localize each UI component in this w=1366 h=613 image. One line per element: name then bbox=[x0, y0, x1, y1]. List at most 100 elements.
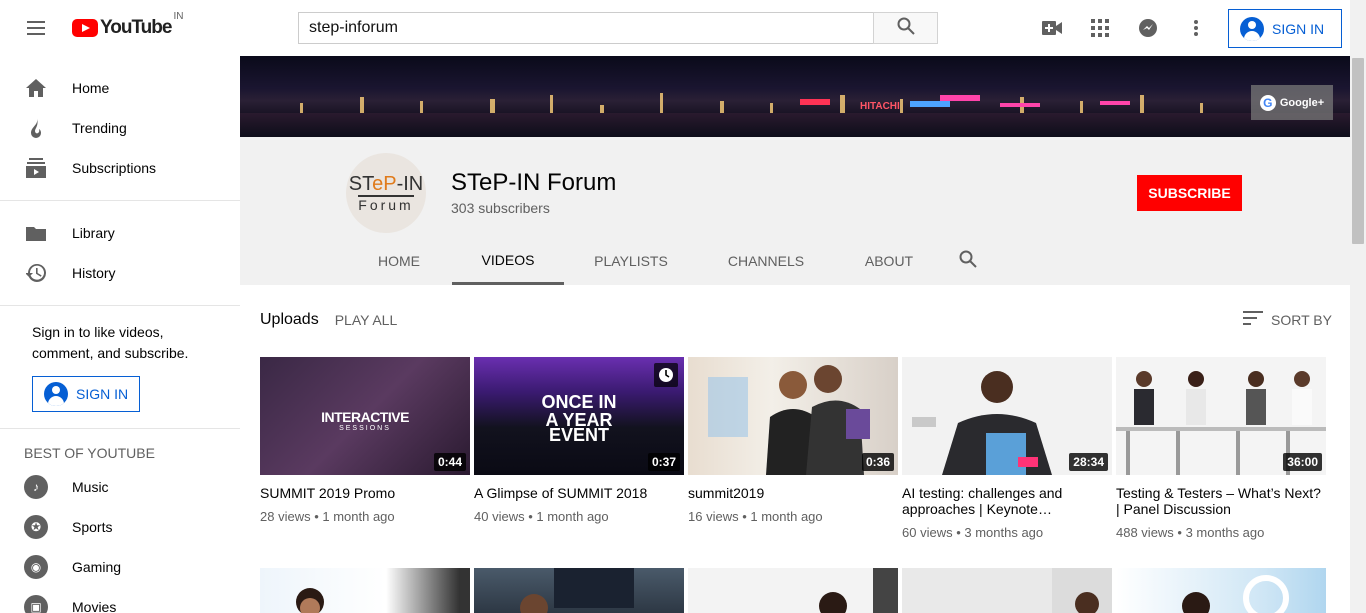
header-signin-button[interactable]: SIGN IN bbox=[1228, 9, 1342, 48]
sports-icon: ✪ bbox=[24, 515, 48, 539]
video-thumbnail[interactable]: 0:36 bbox=[688, 357, 898, 475]
video-meta: 488 views • 3 months ago bbox=[1116, 525, 1265, 540]
sidebar-item-movies[interactable]: ▣ Movies bbox=[0, 587, 240, 613]
video-card[interactable]: 36:00 Testing & Testers – What’s Next? |… bbox=[1116, 357, 1326, 540]
apps-grid-icon[interactable] bbox=[1088, 16, 1112, 40]
sidebar-item-history[interactable]: History bbox=[0, 253, 240, 293]
sidebar-item-label: Library bbox=[72, 225, 115, 241]
create-video-icon[interactable] bbox=[1040, 16, 1064, 40]
sidebar: YouTube IN Home Trending Subscriptions L… bbox=[0, 0, 240, 613]
video-title[interactable]: SUMMIT 2019 Promo bbox=[260, 485, 470, 501]
channel-tabs: HOME VIDEOS PLAYLISTS CHANNELS ABOUT bbox=[346, 237, 992, 285]
channel-avatar[interactable]: STeP-IN Forum bbox=[346, 153, 426, 233]
account-icon bbox=[44, 382, 68, 406]
watch-later-icon[interactable] bbox=[654, 363, 678, 387]
scrollbar-thumb[interactable] bbox=[1352, 58, 1364, 244]
sidebar-item-library[interactable]: Library bbox=[0, 213, 240, 253]
logo-country-code: IN bbox=[173, 11, 184, 22]
video-duration: 0:36 bbox=[861, 453, 894, 471]
search-input[interactable] bbox=[298, 12, 874, 44]
tab-home[interactable]: HOME bbox=[346, 237, 452, 285]
upload-age: 1 month ago bbox=[750, 509, 823, 524]
video-thumbnail[interactable]: ONCE IN A YEAR EVENT 0:37 bbox=[474, 357, 684, 475]
video-grid-row-2 bbox=[260, 568, 1326, 613]
video-duration: 0:37 bbox=[647, 453, 680, 471]
video-title[interactable]: AI testing: challenges and approaches | … bbox=[902, 485, 1112, 517]
account-icon bbox=[1240, 16, 1264, 41]
tab-about[interactable]: ABOUT bbox=[834, 237, 944, 285]
home-icon bbox=[24, 76, 48, 100]
more-options-icon[interactable] bbox=[1184, 16, 1208, 40]
subscriber-count: 303 subscribers bbox=[451, 200, 550, 216]
sidebar-item-gaming[interactable]: ◉ Gaming bbox=[0, 547, 240, 587]
sidebar-signin-button[interactable]: SIGN IN bbox=[32, 376, 141, 412]
upload-age: 1 month ago bbox=[322, 509, 395, 524]
google-plus-label: Google+ bbox=[1279, 96, 1325, 109]
tab-channels[interactable]: CHANNELS bbox=[698, 237, 834, 285]
sidebar-item-music[interactable]: ♪ Music bbox=[0, 467, 240, 507]
menu-icon[interactable] bbox=[24, 16, 48, 40]
signin-label: SIGN IN bbox=[1272, 20, 1325, 37]
channel-banner: HITACHI G Google+ bbox=[240, 56, 1350, 137]
search-icon bbox=[959, 250, 977, 273]
video-card[interactable]: 0:36 summit2019 16 views • 1 month ago bbox=[688, 357, 898, 540]
sidebar-item-label: Home bbox=[72, 80, 110, 96]
sidebar-primary-section: Home Trending Subscriptions bbox=[0, 56, 240, 201]
sidebar-item-subscriptions[interactable]: Subscriptions bbox=[0, 148, 240, 188]
search-button[interactable] bbox=[873, 12, 938, 44]
channel-search-button[interactable] bbox=[944, 237, 992, 285]
sidebar-library-section: Library History bbox=[0, 201, 240, 306]
video-title[interactable]: summit2019 bbox=[688, 485, 898, 501]
tab-playlists[interactable]: PLAYLISTS bbox=[564, 237, 698, 285]
logo-text: YouTube bbox=[100, 17, 172, 38]
view-count: 16 views bbox=[688, 509, 739, 524]
sidebar-item-label: Trending bbox=[72, 120, 127, 136]
subscriptions-icon bbox=[24, 156, 48, 180]
video-meta: 28 views • 1 month ago bbox=[260, 509, 395, 524]
view-count: 28 views bbox=[260, 509, 311, 524]
best-of-youtube-list: ♪ Music ✪ Sports ◉ Gaming ▣ Movies bbox=[0, 467, 240, 613]
sidebar-item-sports[interactable]: ✪ Sports bbox=[0, 507, 240, 547]
view-count: 60 views bbox=[902, 525, 953, 540]
signin-prompt: Sign in to like videos, comment, and sub… bbox=[32, 324, 189, 361]
subscribe-button[interactable]: SUBSCRIBE bbox=[1137, 175, 1242, 211]
sidebar-item-home[interactable]: Home bbox=[0, 68, 240, 108]
video-thumbnail[interactable] bbox=[902, 568, 1112, 613]
channel-header: STeP-IN Forum STeP-IN Forum 303 subscrib… bbox=[240, 137, 1350, 285]
sort-by-label: SORT BY bbox=[1271, 311, 1332, 328]
messages-icon[interactable] bbox=[1136, 16, 1160, 40]
upload-age: 3 months ago bbox=[964, 525, 1044, 540]
video-card[interactable]: 28:34 AI testing: challenges and approac… bbox=[902, 357, 1112, 540]
youtube-logo[interactable]: YouTube IN bbox=[72, 11, 183, 39]
video-thumbnail[interactable]: INTERACTIVE SESSIONS 0:44 bbox=[260, 357, 470, 475]
video-thumbnail[interactable] bbox=[688, 568, 898, 613]
video-thumbnail[interactable]: 28:34 bbox=[902, 357, 1112, 475]
search-icon bbox=[897, 17, 915, 40]
tab-videos[interactable]: VIDEOS bbox=[452, 237, 564, 285]
video-card[interactable]: INTERACTIVE SESSIONS 0:44 SUMMIT 2019 Pr… bbox=[260, 357, 470, 540]
video-title[interactable]: Testing & Testers – What’s Next? | Panel… bbox=[1116, 485, 1326, 517]
youtube-play-icon bbox=[72, 19, 98, 37]
thumbnail-text: ONCE IN A YEAR bbox=[541, 392, 617, 430]
sidebar-item-label: History bbox=[72, 265, 116, 281]
video-thumbnail[interactable] bbox=[474, 568, 684, 613]
avatar-logo-line2: Forum bbox=[358, 195, 414, 213]
video-thumbnail[interactable] bbox=[1116, 568, 1326, 613]
sidebar-item-trending[interactable]: Trending bbox=[0, 108, 240, 148]
sort-by-button[interactable]: SORT BY bbox=[1243, 311, 1332, 328]
video-duration: 36:00 bbox=[1283, 453, 1322, 471]
video-title[interactable]: A Glimpse of SUMMIT 2018 bbox=[474, 485, 684, 501]
masthead-left: YouTube IN bbox=[0, 0, 240, 56]
sidebar-item-label: Gaming bbox=[72, 559, 122, 575]
video-thumbnail[interactable] bbox=[260, 568, 470, 613]
uploads-header: Uploads PLAY ALL bbox=[260, 311, 397, 329]
video-card[interactable]: ONCE IN A YEAR EVENT 0:37 A Glimpse of S… bbox=[474, 357, 684, 540]
google-plus-link[interactable]: G Google+ bbox=[1251, 85, 1333, 120]
video-thumbnail[interactable]: 36:00 bbox=[1116, 357, 1326, 475]
play-all-button[interactable]: PLAY ALL bbox=[335, 312, 398, 328]
top-bar: SIGN IN bbox=[240, 0, 1350, 56]
movies-icon: ▣ bbox=[24, 595, 48, 613]
thumbnail-text: INTERACTIVE bbox=[321, 409, 409, 425]
sidebar-item-label: Subscriptions bbox=[72, 160, 157, 176]
page-scrollbar[interactable] bbox=[1350, 0, 1366, 613]
